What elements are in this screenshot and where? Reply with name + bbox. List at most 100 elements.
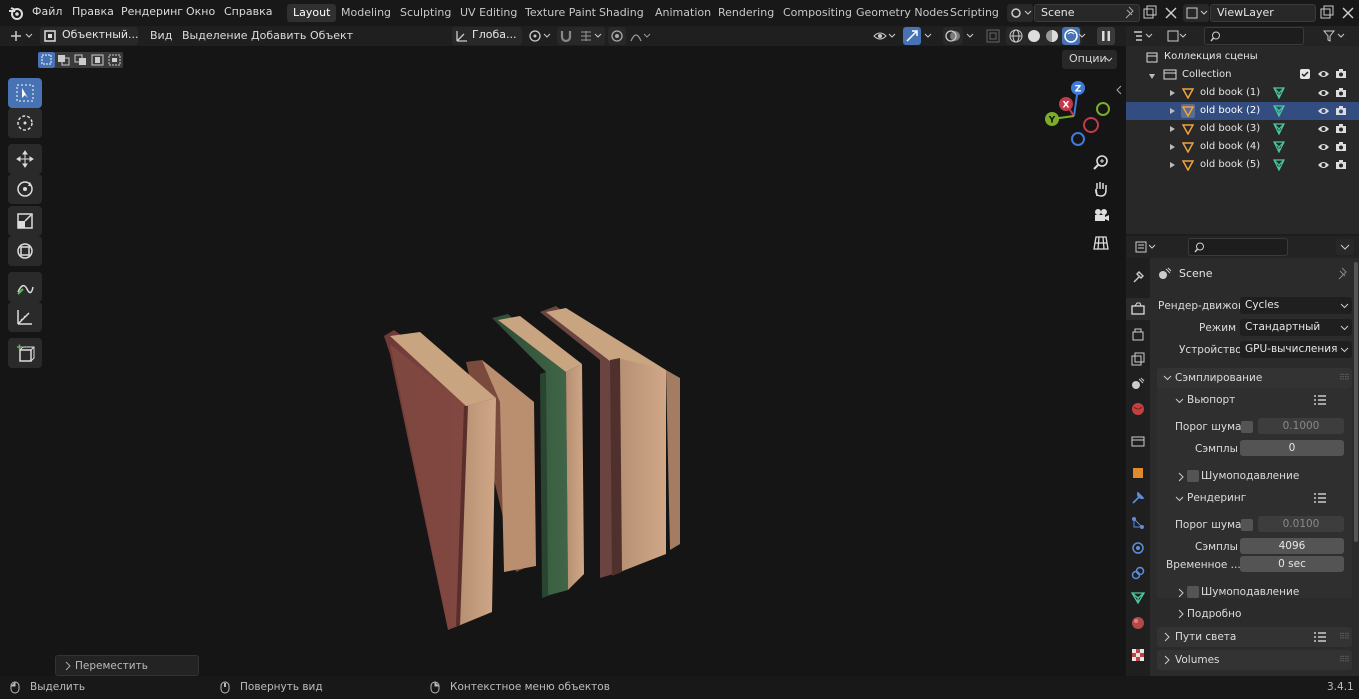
mesh-data-icon[interactable] xyxy=(1272,158,1286,172)
pivot-point-icon[interactable] xyxy=(528,28,554,44)
device-select[interactable]: GPU-вычисления xyxy=(1240,341,1352,358)
editor-type-icon[interactable] xyxy=(8,28,36,44)
shading-dropdown-icon[interactable] xyxy=(1076,28,1090,44)
tab-geometry-nodes[interactable]: Geometry Nodes xyxy=(850,4,955,22)
wireframe-shading-icon[interactable] xyxy=(1008,28,1024,47)
tab-shading[interactable]: Shading xyxy=(593,4,650,22)
menu-view[interactable]: Вид xyxy=(150,28,172,44)
proportional-edit-icon[interactable] xyxy=(608,27,626,45)
viewport-subpanel-header[interactable]: Вьюпорт xyxy=(1170,391,1352,411)
expand-arrow-icon[interactable] xyxy=(1168,143,1176,151)
tab-layout[interactable]: Layout xyxy=(287,4,337,22)
measure-tool-button[interactable] xyxy=(8,302,42,332)
eye-icon[interactable] xyxy=(1317,106,1330,116)
viewport-samples-field[interactable]: 0 xyxy=(1240,440,1344,456)
camera-view-icon[interactable] xyxy=(1092,206,1110,227)
view-layer-tab-icon[interactable] xyxy=(1131,352,1145,366)
blender-logo-icon[interactable] xyxy=(8,5,24,24)
tab-rendering[interactable]: Rendering xyxy=(712,4,780,22)
sidebar-toggle-icon[interactable] xyxy=(1114,84,1124,99)
gizmo-dropdown-icon[interactable] xyxy=(922,28,936,44)
mode-select[interactable]: Объектный... xyxy=(40,27,139,45)
object-tab-icon[interactable] xyxy=(1131,466,1145,480)
outliner-editor-type-icon[interactable] xyxy=(1132,28,1156,44)
viewport-noise-threshold-field[interactable]: 0.1000 xyxy=(1258,418,1344,434)
select-subtract-icon[interactable] xyxy=(72,52,89,68)
viewport-denoise-checkbox[interactable] xyxy=(1187,470,1199,482)
properties-options-icon[interactable] xyxy=(1336,239,1354,255)
properties-scrollbar[interactable] xyxy=(1354,262,1358,542)
camera-icon[interactable] xyxy=(1335,68,1347,82)
menu-window[interactable]: Окно xyxy=(186,5,215,18)
mesh-data-icon[interactable] xyxy=(1272,140,1286,154)
modifier-tab-icon[interactable] xyxy=(1131,491,1145,505)
expand-arrow-icon[interactable] xyxy=(1168,125,1176,133)
collapse-arrow-icon[interactable] xyxy=(1148,70,1156,83)
advanced-subpanel[interactable]: Подробно xyxy=(1170,605,1352,623)
3d-viewport[interactable]: Опции Z X Y Переместить xyxy=(0,46,1126,699)
overlays-dropdown-icon[interactable] xyxy=(964,28,978,44)
delete-viewlayer-icon[interactable] xyxy=(1340,5,1356,21)
select-tool-button[interactable] xyxy=(8,78,42,108)
cursor-tool-button[interactable] xyxy=(8,108,42,138)
select-extend-icon[interactable] xyxy=(55,52,72,68)
expand-arrow-icon[interactable] xyxy=(1168,107,1176,115)
render-tab[interactable] xyxy=(1126,298,1150,320)
viewlayer-browse-button[interactable] xyxy=(1183,4,1209,22)
render-engine-select[interactable]: Cycles xyxy=(1240,297,1352,314)
camera-icon[interactable] xyxy=(1335,87,1347,98)
eye-icon[interactable] xyxy=(1317,142,1330,152)
select-new-icon[interactable] xyxy=(38,52,55,68)
menu-help[interactable]: Справка xyxy=(224,5,272,18)
data-tab-icon[interactable] xyxy=(1130,591,1146,605)
menu-render[interactable]: Рендеринг xyxy=(121,5,183,18)
mesh-data-icon[interactable] xyxy=(1272,86,1286,100)
camera-icon[interactable] xyxy=(1335,123,1347,134)
gizmo-neg-y-axis[interactable] xyxy=(1096,102,1110,116)
books-render[interactable] xyxy=(370,254,700,634)
camera-icon[interactable] xyxy=(1335,159,1347,170)
tab-animation[interactable]: Animation xyxy=(649,4,717,22)
new-scene-icon[interactable] xyxy=(1142,5,1158,21)
display-mode-icon[interactable] xyxy=(1166,28,1190,44)
perspective-toggle-icon[interactable] xyxy=(1092,234,1110,255)
gizmo-neg-z-axis[interactable] xyxy=(1071,132,1085,146)
eye-icon[interactable] xyxy=(1317,69,1330,82)
outliner-search-input[interactable] xyxy=(1204,27,1304,45)
camera-icon[interactable] xyxy=(1335,141,1347,152)
visibility-icon[interactable] xyxy=(872,28,898,44)
render-denoise-subpanel[interactable]: Шумоподавление xyxy=(1174,584,1352,602)
eye-icon[interactable] xyxy=(1317,160,1330,170)
collection-tab-icon[interactable] xyxy=(1131,434,1145,448)
menu-add[interactable]: Добавить xyxy=(251,28,306,44)
menu-object[interactable]: Объект xyxy=(310,28,353,44)
expand-arrow-icon[interactable] xyxy=(1168,161,1176,169)
gizmo-toggle-icon[interactable] xyxy=(903,27,921,45)
drag-handle-icon[interactable]: ⠿⠿ xyxy=(1339,655,1350,664)
camera-icon[interactable] xyxy=(1335,105,1347,116)
eye-icon[interactable] xyxy=(1317,124,1330,134)
move-tool-button[interactable] xyxy=(8,144,42,174)
tab-texture-paint[interactable]: Texture Paint xyxy=(519,4,602,22)
select-intersect-icon[interactable] xyxy=(106,52,123,68)
material-shading-icon[interactable] xyxy=(1044,28,1060,47)
scale-tool-button[interactable] xyxy=(8,206,42,236)
menu-file[interactable]: Файл xyxy=(32,5,62,18)
mesh-data-icon[interactable] xyxy=(1272,104,1286,118)
texture-tab-icon[interactable] xyxy=(1131,648,1145,662)
sampling-panel-header[interactable]: Сэмплирование ⠿⠿ xyxy=(1157,368,1352,388)
tab-uv-editing[interactable]: UV Editing xyxy=(454,4,523,22)
tab-compositing[interactable]: Compositing xyxy=(777,4,858,22)
rotate-tool-button[interactable] xyxy=(8,174,42,204)
last-operator-panel[interactable]: Переместить xyxy=(55,655,199,676)
tool-tab-icon[interactable] xyxy=(1131,270,1145,284)
menu-select[interactable]: Выделение xyxy=(182,28,248,44)
output-tab-icon[interactable] xyxy=(1131,328,1145,342)
annotate-tool-button[interactable] xyxy=(8,272,42,302)
new-viewlayer-icon[interactable] xyxy=(1319,5,1335,21)
render-samples-field[interactable]: 4096 xyxy=(1240,538,1344,554)
render-denoise-checkbox[interactable] xyxy=(1187,586,1199,598)
delete-scene-icon[interactable] xyxy=(1163,5,1179,21)
select-invert-icon[interactable] xyxy=(89,52,106,68)
presets-list-icon[interactable] xyxy=(1313,631,1327,644)
